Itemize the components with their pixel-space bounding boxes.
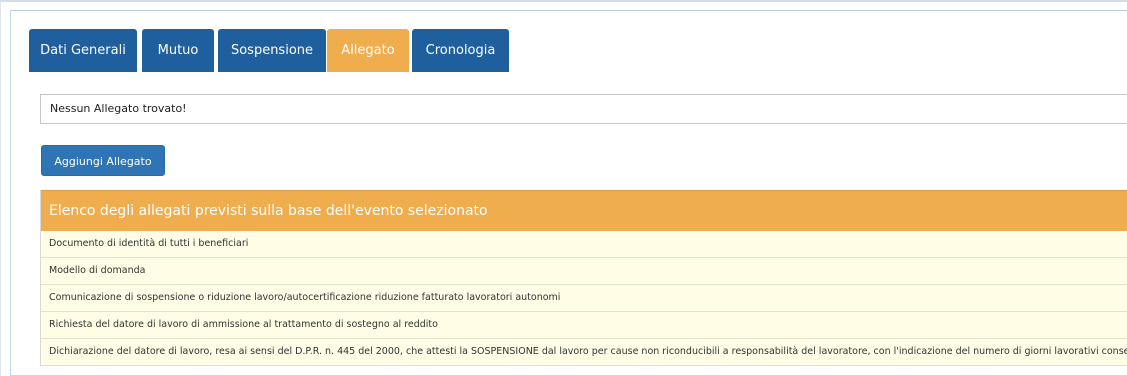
list-item: Dichiarazione del datore di lavoro, resa… bbox=[41, 339, 1127, 366]
tab-dati-generali[interactable]: Dati Generali bbox=[29, 29, 137, 72]
list-item: Modello di domanda bbox=[41, 258, 1127, 285]
expected-attachments-header: Elenco degli allegati previsti sulla bas… bbox=[41, 190, 1127, 231]
list-item: Richiesta del datore di lavoro di ammiss… bbox=[41, 312, 1127, 339]
list-item: Comunicazione di sospensione o riduzione… bbox=[41, 285, 1127, 312]
add-attachment-button[interactable]: Aggiungi Allegato bbox=[41, 145, 165, 176]
list-item: Documento di identità di tutti i benefic… bbox=[41, 231, 1127, 258]
tab-allegato[interactable]: Allegato bbox=[327, 29, 409, 72]
tab-cronologia[interactable]: Cronologia bbox=[412, 29, 509, 72]
expected-attachments-list: Elenco degli allegati previsti sulla bas… bbox=[40, 190, 1127, 366]
no-attachment-message: Nessun Allegato trovato! bbox=[40, 94, 1127, 124]
tab-sospensione[interactable]: Sospensione bbox=[218, 29, 326, 72]
tab-mutuo[interactable]: Mutuo bbox=[142, 29, 214, 72]
